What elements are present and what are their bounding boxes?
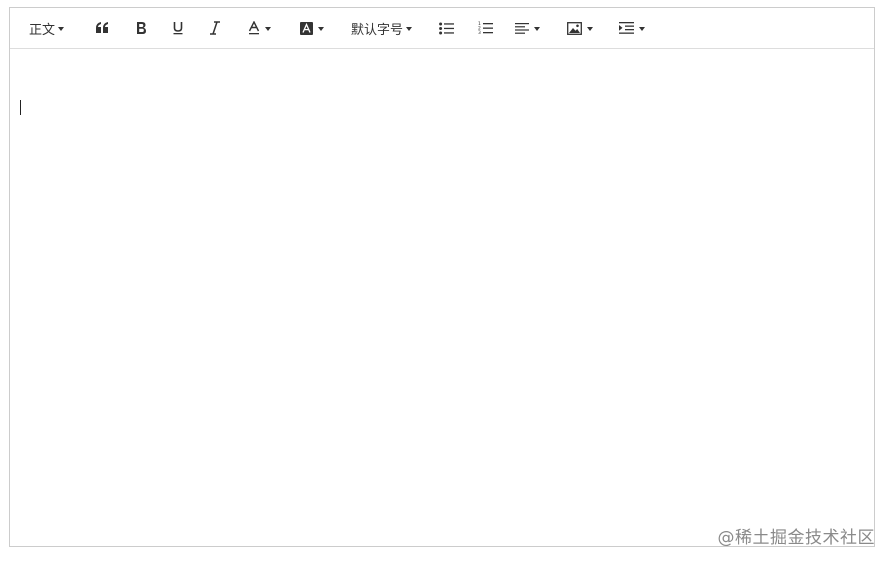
chevron-down-icon <box>58 26 65 31</box>
italic-icon <box>210 21 220 35</box>
indent-dropdown[interactable] <box>619 8 645 48</box>
align-left-icon <box>515 22 529 34</box>
heading-dropdown-label: 正文 <box>29 22 56 38</box>
bold-button[interactable] <box>135 8 147 48</box>
svg-text:3: 3 <box>478 30 481 35</box>
numbered-list-button[interactable]: 1 2 3 <box>478 8 493 48</box>
image-dropdown[interactable] <box>567 8 593 48</box>
quote-icon <box>96 22 108 33</box>
numbered-list-icon: 1 2 3 <box>478 21 493 35</box>
editor-toolbar: 正文 默认字号 1 2 3 <box>10 8 874 49</box>
font-size-dropdown-label: 默认字号 <box>351 22 404 38</box>
watermark: @稀土掘金技术社区 <box>717 528 875 548</box>
chevron-down-icon <box>534 26 540 31</box>
image-icon <box>567 21 582 35</box>
align-dropdown[interactable] <box>515 8 540 48</box>
editor-content-area[interactable] <box>10 49 874 546</box>
chevron-down-icon <box>406 26 413 31</box>
font-color-icon <box>248 21 260 35</box>
blockquote-button[interactable] <box>95 8 109 48</box>
bulleted-list-icon <box>439 22 454 34</box>
bold-icon <box>137 22 146 34</box>
text-cursor <box>20 100 21 115</box>
chevron-down-icon <box>265 26 271 31</box>
background-color-icon <box>300 21 313 35</box>
underline-button[interactable] <box>172 8 184 48</box>
chevron-down-icon <box>639 26 645 31</box>
italic-button[interactable] <box>209 8 221 48</box>
bulleted-list-button[interactable] <box>439 8 454 48</box>
chevron-down-icon <box>318 26 324 31</box>
chevron-down-icon <box>587 26 593 31</box>
background-color-dropdown[interactable] <box>300 8 324 48</box>
underline-icon <box>173 22 183 35</box>
font-color-dropdown[interactable] <box>248 8 271 48</box>
font-size-dropdown[interactable]: 默认字号 <box>351 8 413 48</box>
indent-icon <box>619 22 634 34</box>
heading-dropdown[interactable]: 正文 <box>29 8 65 48</box>
rich-text-editor: 正文 默认字号 1 2 3 <box>9 7 875 547</box>
